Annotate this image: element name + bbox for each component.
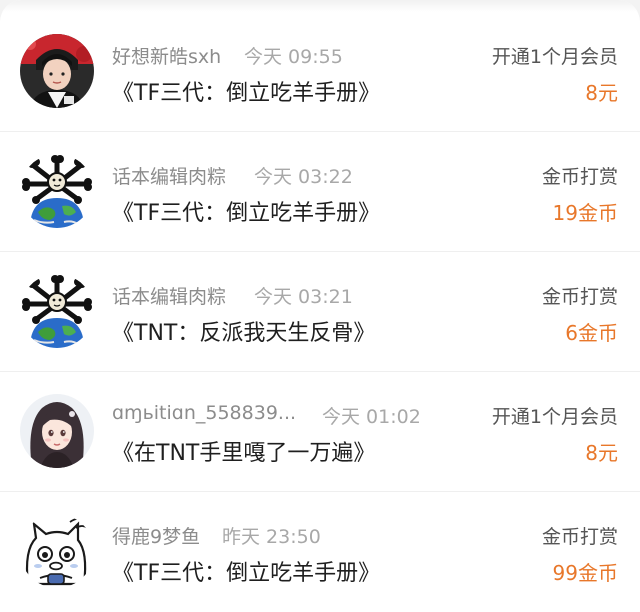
user-name[interactable]: ɑɱьitiɑn_558839... bbox=[112, 402, 296, 424]
record-row[interactable]: 好想新皓sxh 今天 09:55 《TF三代：倒立吃羊手册》 开通1个月会员 8… bbox=[0, 12, 640, 132]
book-title[interactable]: 《TF三代：倒立吃羊手册》 bbox=[112, 555, 380, 587]
timestamp: 今天 03:21 bbox=[254, 286, 353, 308]
support-amount: 8元 bbox=[585, 441, 618, 465]
book-title[interactable]: 《在TNT手里嘎了一万遍》 bbox=[112, 435, 375, 467]
record-list: 好想新皓sxh 今天 09:55 《TF三代：倒立吃羊手册》 开通1个月会员 8… bbox=[0, 12, 640, 612]
timestamp: 今天 09:55 bbox=[244, 46, 343, 68]
user-name[interactable]: 好想新皓sxh bbox=[112, 42, 221, 69]
book-title[interactable]: 《TNT：反派我天生反骨》 bbox=[112, 315, 375, 347]
support-amount: 19金币 bbox=[552, 201, 618, 225]
record-row[interactable]: ɑɱьitiɑn_558839... 今天 01:02 《在TNT手里嘎了一万遍… bbox=[0, 372, 640, 492]
cartoon-cat-avatar[interactable] bbox=[20, 514, 94, 588]
record-row[interactable]: 得鹿9梦鱼 昨天 23:50 《TF三代：倒立吃羊手册》 金币打赏 99金币 bbox=[0, 492, 640, 612]
book-title[interactable]: 《TF三代：倒立吃羊手册》 bbox=[112, 75, 380, 107]
support-type: 开通1个月会员 bbox=[491, 46, 618, 68]
support-type: 金币打赏 bbox=[541, 286, 618, 308]
globe-creature-avatar[interactable] bbox=[20, 274, 94, 348]
top-divider bbox=[0, 0, 640, 12]
user-name[interactable]: 话本编辑肉粽 bbox=[112, 282, 226, 309]
timestamp: 今天 03:22 bbox=[254, 166, 353, 188]
timestamp: 昨天 23:50 bbox=[222, 526, 321, 548]
globe-creature-avatar[interactable] bbox=[20, 154, 94, 228]
record-row[interactable]: 话本编辑肉粽 今天 03:21 《TNT：反派我天生反骨》 金币打赏 6金币 bbox=[0, 252, 640, 372]
support-records-card: 好想新皓sxh 今天 09:55 《TF三代：倒立吃羊手册》 开通1个月会员 8… bbox=[0, 0, 640, 612]
support-amount: 8元 bbox=[585, 81, 618, 105]
timestamp: 今天 01:02 bbox=[322, 406, 421, 428]
support-type: 金币打赏 bbox=[541, 526, 618, 548]
record-row[interactable]: 话本编辑肉粽 今天 03:22 《TF三代：倒立吃羊手册》 金币打赏 19金币 bbox=[0, 132, 640, 252]
support-type: 金币打赏 bbox=[541, 166, 618, 188]
support-amount: 6金币 bbox=[565, 321, 618, 345]
user-name[interactable]: 得鹿9梦鱼 bbox=[112, 522, 200, 549]
illustrated-girl-avatar[interactable] bbox=[20, 394, 94, 468]
user-name[interactable]: 话本编辑肉粽 bbox=[112, 162, 226, 189]
user-photo-avatar[interactable] bbox=[20, 34, 94, 108]
support-amount: 99金币 bbox=[552, 561, 618, 585]
book-title[interactable]: 《TF三代：倒立吃羊手册》 bbox=[112, 195, 380, 227]
support-type: 开通1个月会员 bbox=[491, 406, 618, 428]
